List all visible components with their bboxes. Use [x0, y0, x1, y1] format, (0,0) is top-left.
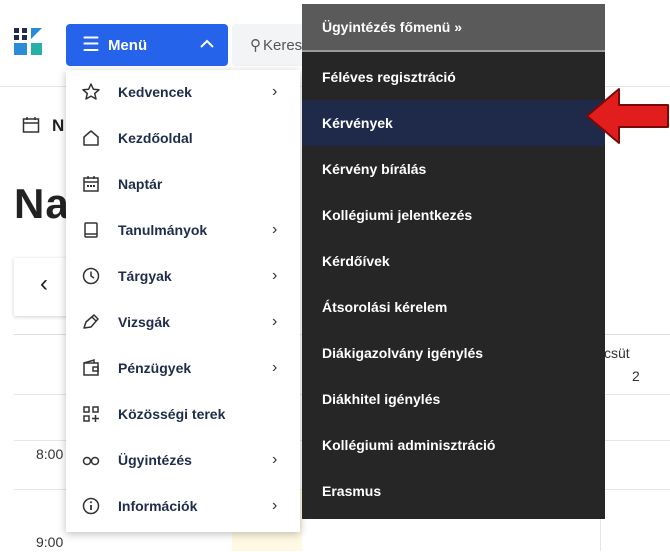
home-icon [80, 127, 102, 149]
chevron-right-icon: › [272, 313, 278, 330]
menu-item-kezdooldal[interactable]: Kezdőoldal [66, 116, 300, 160]
link-icon [80, 449, 102, 471]
submenu-item-feleves-regisztracio[interactable]: Féléves regisztráció [302, 54, 605, 100]
menu-item-tanulmanyok[interactable]: Tanulmányok › [66, 208, 300, 252]
submenu-item-kollegiumi-jelentkezes[interactable]: Kollégiumi jelentkezés [302, 192, 605, 238]
calendar-icon [80, 173, 102, 195]
menu-item-targyak[interactable]: Tárgyak › [66, 254, 300, 298]
menu-item-ugyintezes[interactable]: Ügyintézés › [66, 438, 300, 482]
wallet-icon [80, 357, 102, 379]
star-icon [80, 81, 102, 103]
menu-item-label: Tanulmányok [118, 222, 208, 238]
community-icon [80, 403, 102, 425]
submenu-item-atsorolasi-kerelem[interactable]: Átsorolási kérelem [302, 284, 605, 330]
menu-item-label: Közösségi terek [118, 406, 226, 422]
day-number: 2 [632, 368, 640, 384]
menu-label: Menü [107, 36, 148, 54]
submenu-title: Ügyintézés főmenü » [322, 19, 463, 35]
submenu-item-kerveny-biralas[interactable]: Kérvény bírálás [302, 146, 605, 192]
page-breadcrumb: N [52, 116, 65, 135]
menu-item-penzugyek[interactable]: Pénzügyek › [66, 346, 300, 390]
time-label: 9:00 [36, 534, 64, 550]
menu-item-label: Tárgyak [118, 268, 172, 284]
menu-item-label: Ügyintézés [118, 452, 192, 468]
chevron-right-icon: › [272, 83, 278, 100]
edit-icon [80, 311, 102, 333]
prev-button[interactable]: ‹ [40, 270, 48, 298]
main-menu: Kedvencek › Kezdőoldal Naptár Tanulmányo… [66, 70, 300, 532]
submenu-item-diakhitel-igenyles[interactable]: Diákhitel igénylés [302, 376, 605, 422]
menu-item-informaciok[interactable]: Információk › [66, 484, 300, 528]
app-logo[interactable] [12, 24, 48, 60]
menu-item-label: Kedvencek [118, 84, 192, 100]
submenu-item-erasmus[interactable]: Erasmus [302, 468, 605, 514]
clock-icon [80, 265, 102, 287]
submenu-header[interactable]: Ügyintézés főmenü » [302, 4, 605, 52]
day-header-thursday: csüt [604, 345, 630, 361]
menu-item-label: Információk [118, 498, 198, 514]
page-title: Na [14, 180, 70, 227]
chevron-right-icon: › [272, 359, 278, 376]
menu-item-label: Vizsgák [118, 314, 170, 330]
menu-item-label: Kezdőoldal [118, 130, 193, 146]
time-label: 8:00 [36, 446, 64, 462]
submenu-item-kerdoivek[interactable]: Kérdőívek [302, 238, 605, 284]
chevron-right-icon: › [272, 221, 278, 238]
book-icon [80, 219, 102, 241]
chevron-right-icon: › [272, 497, 278, 514]
annotation-arrow-icon [585, 85, 670, 147]
menu-item-label: Naptár [118, 176, 163, 192]
calendar-icon [22, 116, 40, 139]
hamburger-icon: ☰ [82, 34, 100, 56]
chevron-right-icon: › [272, 451, 278, 468]
menu-item-naptar[interactable]: Naptár [66, 162, 300, 206]
menu-button[interactable]: ☰ Menü [66, 24, 228, 66]
submenu-ugyintezes: Ügyintézés főmenü » Féléves regisztráció… [302, 4, 605, 519]
search-text: Keres [263, 36, 303, 54]
submenu-item-kervenyek[interactable]: Kérvények [302, 100, 605, 146]
menu-item-label: Pénzügyek [118, 360, 192, 376]
menu-item-vizsgak[interactable]: Vizsgák › [66, 300, 300, 344]
chevron-right-icon: › [272, 267, 278, 284]
info-icon [80, 495, 102, 517]
search-input[interactable]: ⚲ Keres [232, 24, 312, 66]
submenu-item-diakigazolvany-igenyles[interactable]: Diákigazolvány igénylés [302, 330, 605, 376]
submenu-item-kollegiumi-adminisztracio[interactable]: Kollégiumi adminisztráció [302, 422, 605, 468]
chevron-up-icon [200, 36, 214, 54]
menu-item-kozossegi-terek[interactable]: Közösségi terek [66, 392, 300, 436]
menu-item-kedvencek[interactable]: Kedvencek › [66, 70, 300, 114]
search-icon: ⚲ [250, 37, 261, 54]
